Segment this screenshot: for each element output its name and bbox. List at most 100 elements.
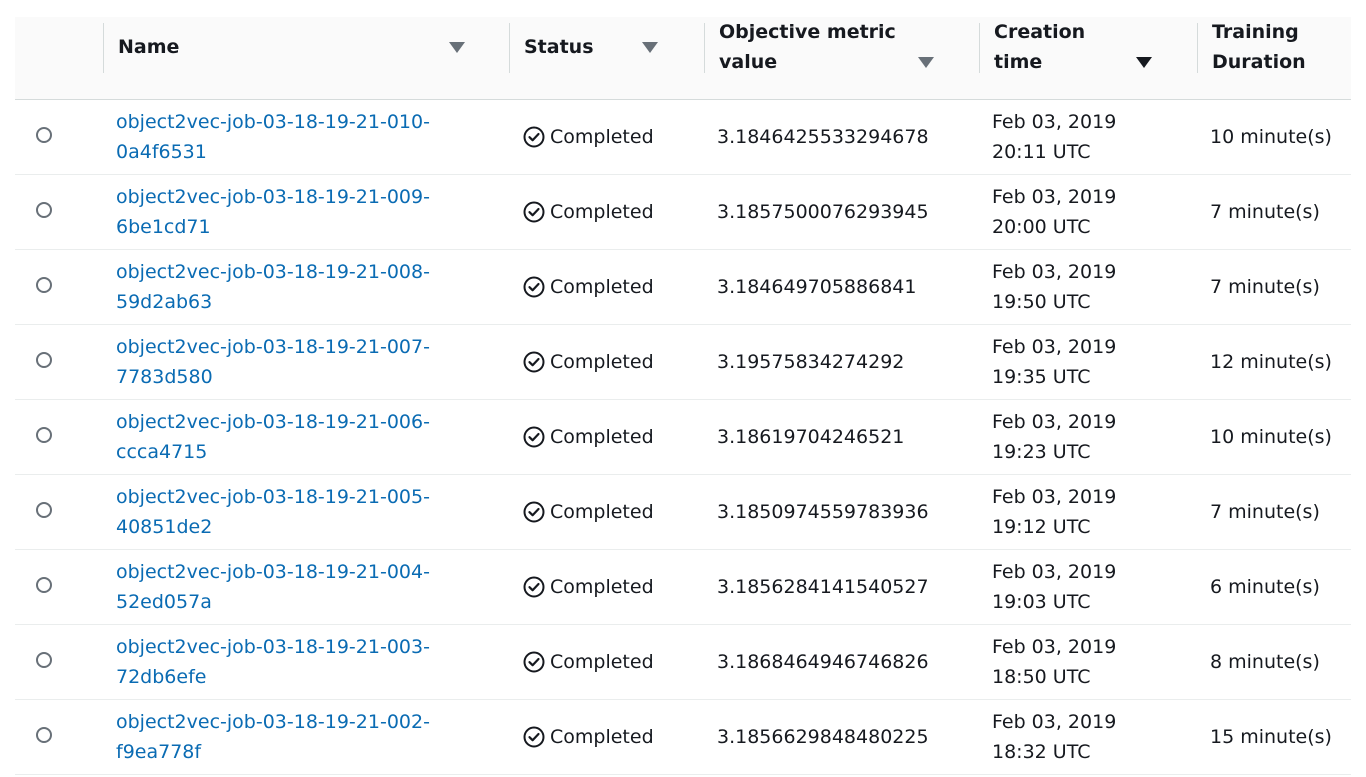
check-circle-icon xyxy=(523,426,545,448)
job-name-line2: 72db6efe xyxy=(116,666,207,688)
table-row[interactable]: object2vec-job-03-18-19-21-003- 72db6efe C… xyxy=(15,625,1351,700)
sort-caret-icon[interactable] xyxy=(642,42,658,53)
status-text: Completed xyxy=(550,726,654,748)
status-text: Completed xyxy=(550,426,654,448)
objective-metric-value: 3.1850974559783936 xyxy=(717,501,929,523)
column-header-objective[interactable]: Objective metric value xyxy=(704,17,949,99)
creation-date: Feb 03, 2019 xyxy=(992,186,1117,208)
job-name-line2: f9ea778f xyxy=(116,741,202,763)
status-badge: Completed xyxy=(523,197,654,227)
job-name-line1: object2vec-job-03-18-19-21-005- xyxy=(116,486,430,508)
job-name-link[interactable]: object2vec-job-03-18-19-21-002- f9ea778f xyxy=(116,707,430,767)
creation-date: Feb 03, 2019 xyxy=(992,561,1117,583)
table-row[interactable]: object2vec-job-03-18-19-21-006- ccca4715 C… xyxy=(15,400,1351,475)
creation-date: Feb 03, 2019 xyxy=(992,411,1117,433)
creation-date: Feb 03, 2019 xyxy=(992,636,1117,658)
row-select-radio[interactable] xyxy=(36,202,52,218)
creation-date: Feb 03, 2019 xyxy=(992,261,1117,283)
creation-time: 20:00 UTC xyxy=(992,216,1091,238)
creation-time: 19:03 UTC xyxy=(992,591,1091,613)
job-name-line2: 59d2ab63 xyxy=(116,291,213,313)
objective-metric-value: 3.184649705886841 xyxy=(717,276,917,298)
row-select-radio[interactable] xyxy=(36,502,52,518)
status-badge: Completed xyxy=(523,422,654,452)
sort-caret-icon[interactable] xyxy=(918,57,934,68)
column-header-status-label: Status xyxy=(524,36,594,58)
check-circle-icon xyxy=(523,126,545,148)
job-name-link[interactable]: object2vec-job-03-18-19-21-006- ccca4715 xyxy=(116,407,430,467)
job-name-link[interactable]: object2vec-job-03-18-19-21-003- 72db6efe xyxy=(116,632,430,692)
column-header-duration-label-line2: Duration xyxy=(1212,51,1306,73)
row-select-radio[interactable] xyxy=(36,352,52,368)
training-duration: 10 minute(s) xyxy=(1210,126,1332,148)
column-divider xyxy=(1197,23,1198,73)
training-duration: 12 minute(s) xyxy=(1210,351,1332,373)
table-row[interactable]: object2vec-job-03-18-19-21-005- 40851de2 C… xyxy=(15,475,1351,550)
check-circle-icon xyxy=(523,651,545,673)
creation-date: Feb 03, 2019 xyxy=(992,111,1117,133)
training-duration: 7 minute(s) xyxy=(1210,276,1320,298)
row-select-radio[interactable] xyxy=(36,277,52,293)
column-header-name[interactable]: Name xyxy=(103,17,478,99)
status-text: Completed xyxy=(550,276,654,298)
column-header-duration[interactable]: Training Duration xyxy=(1197,17,1342,99)
table-row[interactable]: object2vec-job-03-18-19-21-004- 52ed057a C… xyxy=(15,550,1351,625)
training-duration: 7 minute(s) xyxy=(1210,201,1320,223)
sort-caret-active-icon[interactable] xyxy=(1136,57,1152,68)
job-name-link[interactable]: object2vec-job-03-18-19-21-004- 52ed057a xyxy=(116,557,430,617)
job-name-line1: object2vec-job-03-18-19-21-003- xyxy=(116,636,430,658)
status-badge: Completed xyxy=(523,497,654,527)
objective-metric-value: 3.1868464946746826 xyxy=(717,651,929,673)
row-select-radio[interactable] xyxy=(36,727,52,743)
creation-time: 20:11 UTC xyxy=(992,141,1091,163)
job-name-line1: object2vec-job-03-18-19-21-004- xyxy=(116,561,430,583)
status-text: Completed xyxy=(550,576,654,598)
status-text: Completed xyxy=(550,126,654,148)
column-header-name-label: Name xyxy=(118,36,180,58)
table-header: Name Status Objective metric value Creat… xyxy=(15,17,1351,100)
job-name-line2: 6be1cd71 xyxy=(116,216,211,238)
row-select-radio[interactable] xyxy=(36,427,52,443)
table-row[interactable]: object2vec-job-03-18-19-21-002- f9ea778f C… xyxy=(15,700,1351,775)
creation-time: 19:12 UTC xyxy=(992,516,1091,538)
status-text: Completed xyxy=(550,501,654,523)
row-select-radio[interactable] xyxy=(36,577,52,593)
training-duration: 15 minute(s) xyxy=(1210,726,1332,748)
job-name-link[interactable]: object2vec-job-03-18-19-21-010- 0a4f6531 xyxy=(116,107,430,167)
creation-time: 18:50 UTC xyxy=(992,666,1091,688)
objective-metric-value: 3.18619704246521 xyxy=(717,426,905,448)
table-row[interactable]: object2vec-job-03-18-19-21-009- 6be1cd71 C… xyxy=(15,175,1351,250)
creation-date: Feb 03, 2019 xyxy=(992,711,1117,733)
job-name-line1: object2vec-job-03-18-19-21-007- xyxy=(116,336,430,358)
column-header-creation-time[interactable]: Creation time xyxy=(979,17,1154,99)
table-row[interactable]: object2vec-job-03-18-19-21-010- 0a4f6531 C… xyxy=(15,100,1351,175)
job-name-line1: object2vec-job-03-18-19-21-009- xyxy=(116,186,430,208)
sort-caret-icon[interactable] xyxy=(449,42,465,53)
objective-metric-value: 3.1856284141540527 xyxy=(717,576,929,598)
creation-time: 19:23 UTC xyxy=(992,441,1091,463)
job-name-link[interactable]: object2vec-job-03-18-19-21-008- 59d2ab63 xyxy=(116,257,430,317)
row-select-radio[interactable] xyxy=(36,652,52,668)
creation-date: Feb 03, 2019 xyxy=(992,486,1117,508)
objective-metric-value: 3.1846425533294678 xyxy=(717,126,929,148)
creation-date: Feb 03, 2019 xyxy=(992,336,1117,358)
column-header-status[interactable]: Status xyxy=(509,17,684,99)
status-text: Completed xyxy=(550,651,654,673)
status-badge: Completed xyxy=(523,347,654,377)
table-row[interactable]: object2vec-job-03-18-19-21-007- 7783d580 C… xyxy=(15,325,1351,400)
job-name-link[interactable]: object2vec-job-03-18-19-21-007- 7783d580 xyxy=(116,332,430,392)
creation-time: 19:50 UTC xyxy=(992,291,1091,313)
table-row[interactable]: object2vec-job-03-18-19-21-008- 59d2ab63 C… xyxy=(15,250,1351,325)
objective-metric-value: 3.1856629848480225 xyxy=(717,726,929,748)
status-badge: Completed xyxy=(523,647,654,677)
creation-time: 18:32 UTC xyxy=(992,741,1091,763)
job-name-link[interactable]: object2vec-job-03-18-19-21-009- 6be1cd71 xyxy=(116,182,430,242)
job-name-line2: 0a4f6531 xyxy=(116,141,207,163)
job-name-link[interactable]: object2vec-job-03-18-19-21-005- 40851de2 xyxy=(116,482,430,542)
status-text: Completed xyxy=(550,351,654,373)
check-circle-icon xyxy=(523,351,545,373)
status-badge: Completed xyxy=(523,572,654,602)
row-select-radio[interactable] xyxy=(36,127,52,143)
job-name-line1: object2vec-job-03-18-19-21-010- xyxy=(116,111,430,133)
column-header-creation-label-line2: time xyxy=(994,51,1043,73)
